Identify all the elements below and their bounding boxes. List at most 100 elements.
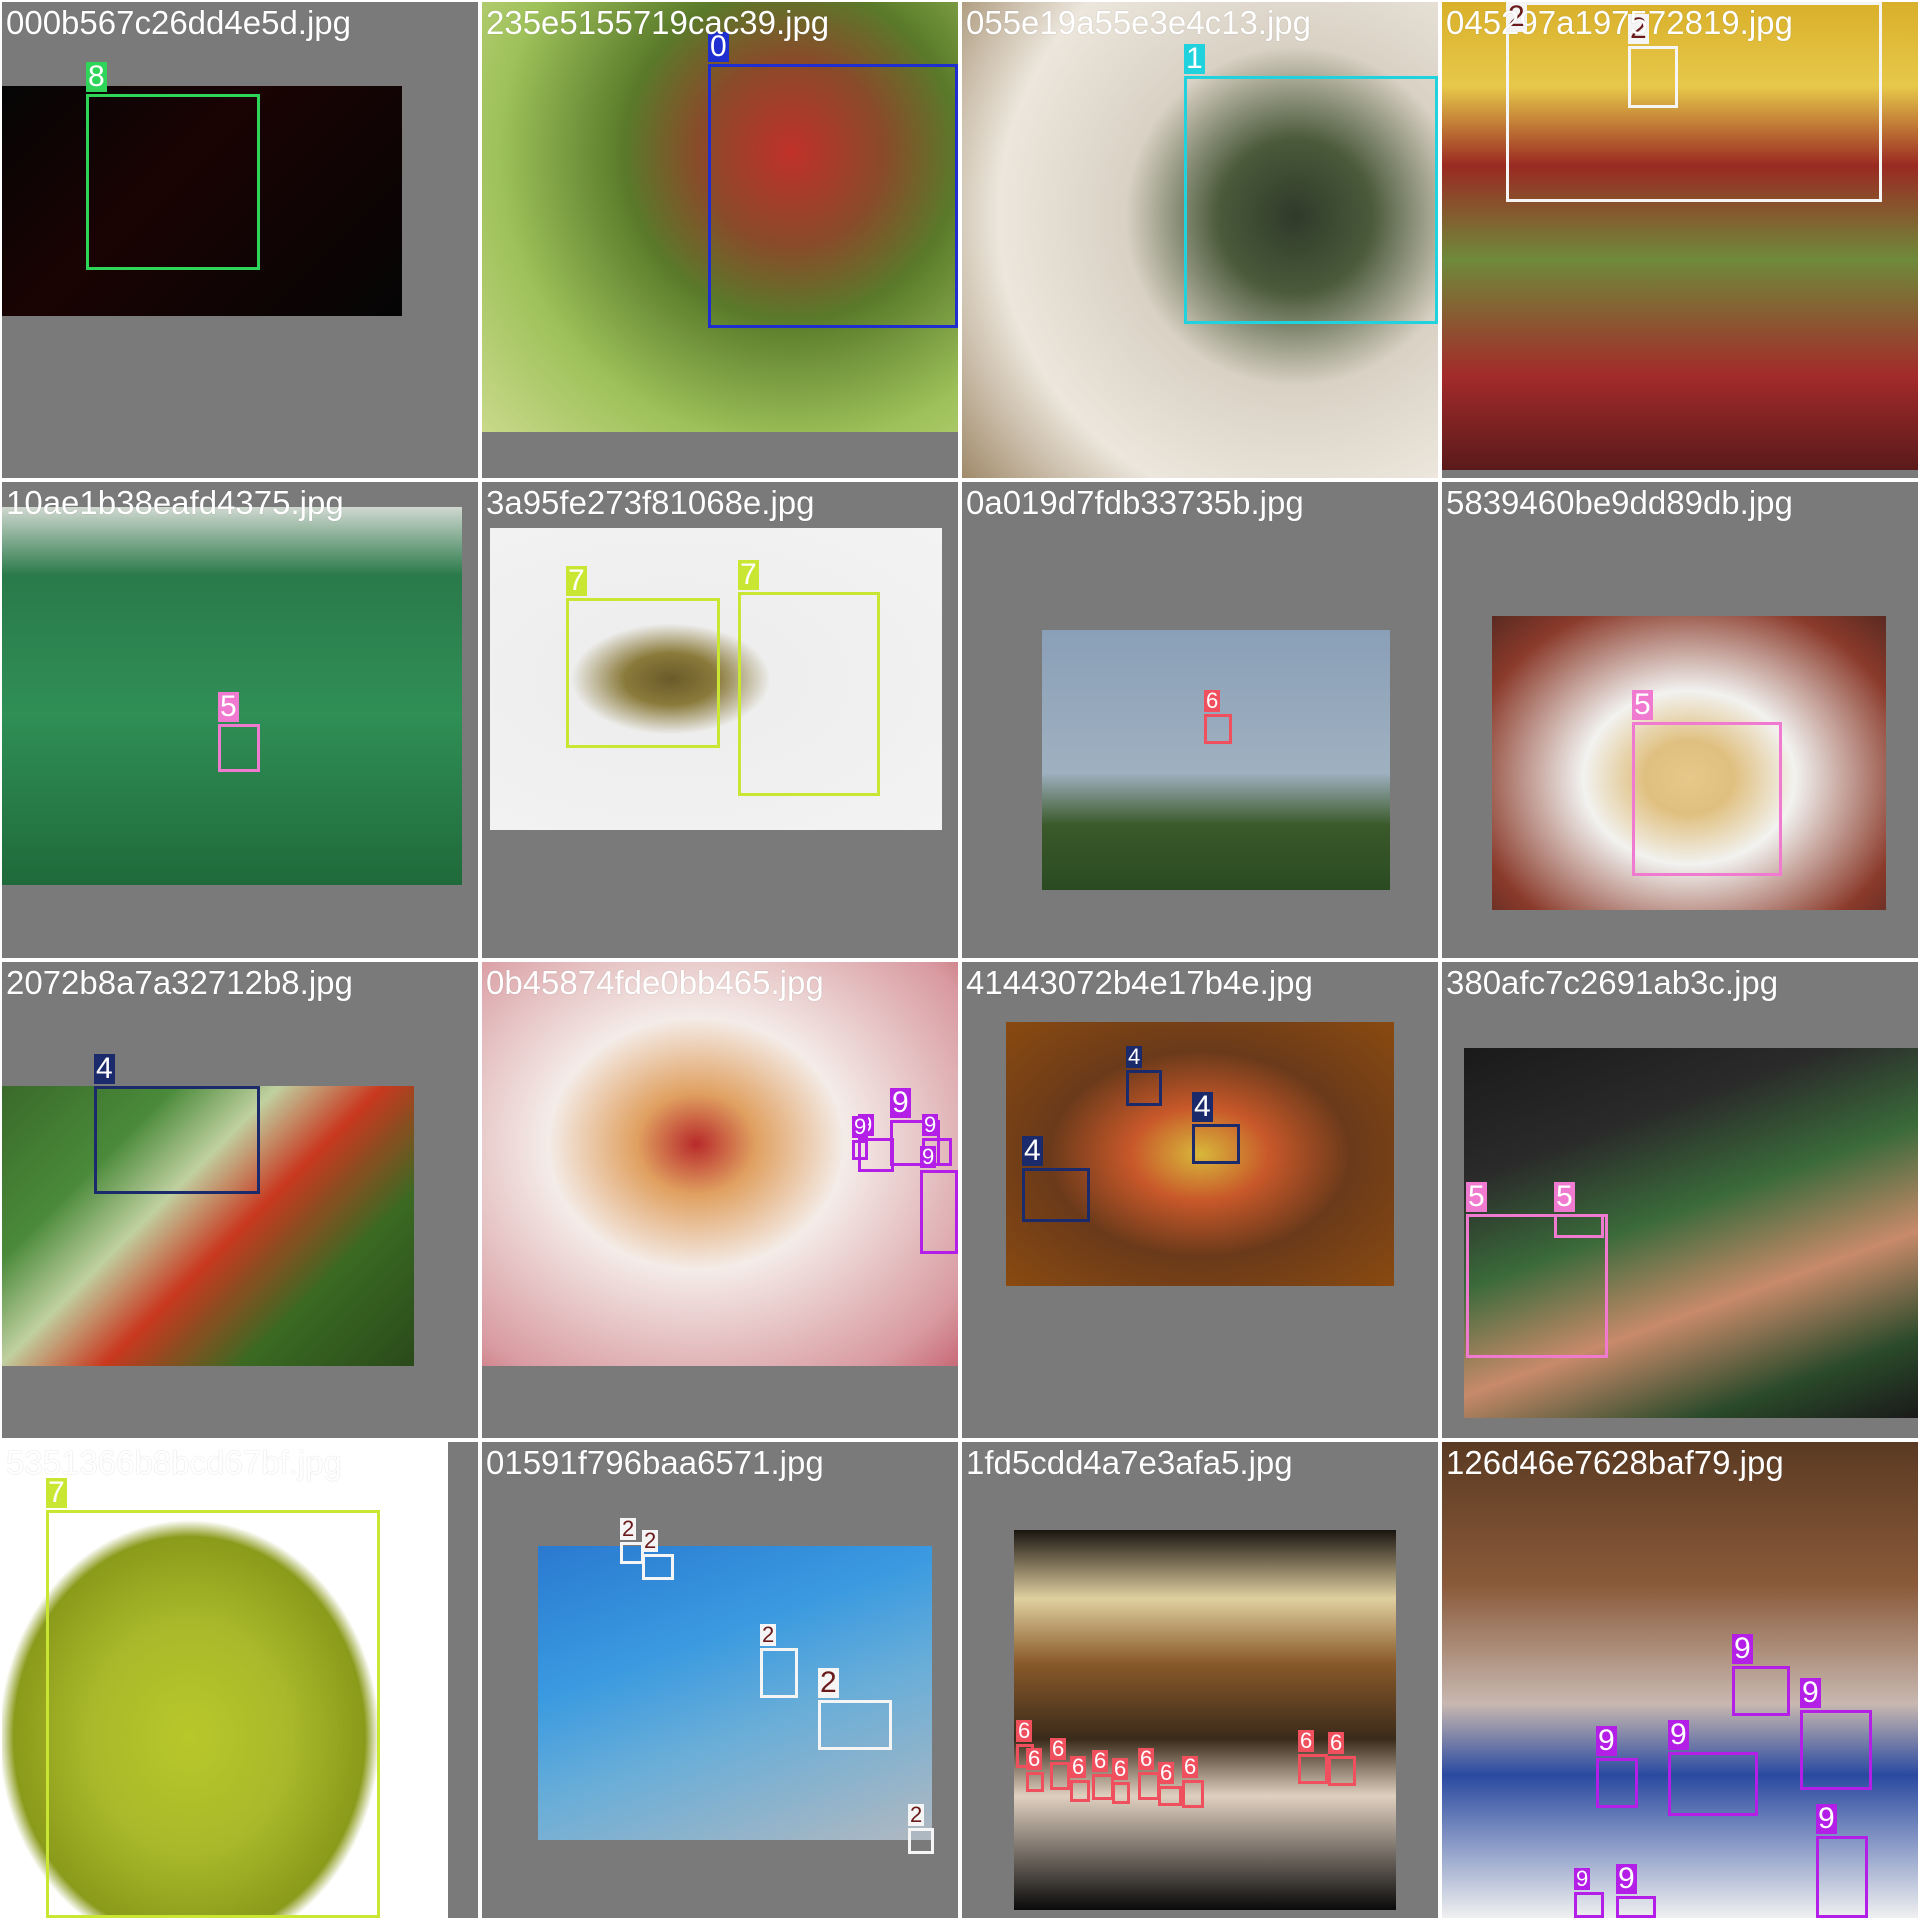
- detection-box: [852, 1140, 868, 1160]
- detection-box: [1184, 76, 1438, 324]
- detection-label: 2: [642, 1528, 659, 1553]
- detection-box: [1022, 1168, 1090, 1222]
- tile-filename: 2072b8a7a32712b8.jpg: [6, 964, 353, 1001]
- detection-label: 9: [1800, 1676, 1821, 1709]
- detection-box: [1112, 1782, 1130, 1804]
- tile-filename: 1fd5cdd4a7e3afa5.jpg: [966, 1444, 1293, 1481]
- detection-label: 6: [1328, 1730, 1345, 1755]
- detection-label: 9: [1668, 1718, 1689, 1751]
- detection-label: 4: [1126, 1044, 1143, 1069]
- detection-box: [1732, 1666, 1790, 1716]
- detection-label: 9: [1816, 1802, 1837, 1835]
- detection-label: 4: [94, 1052, 115, 1085]
- detection-label: 8: [86, 60, 107, 93]
- detection-label: 6: [1112, 1756, 1129, 1781]
- detection-label: 7: [46, 1476, 67, 1509]
- detection-box: [1628, 46, 1678, 108]
- detection-label: 6: [1204, 688, 1221, 713]
- detection-box: [46, 1510, 380, 1918]
- detection-label: 6: [1138, 1746, 1155, 1771]
- tile-photo: [538, 1546, 932, 1840]
- detection-box: [738, 592, 880, 796]
- tile-filename: 380afc7c2691ab3c.jpg: [1446, 964, 1779, 1001]
- detection-box: [818, 1700, 892, 1750]
- detection-box: [1070, 1780, 1090, 1802]
- detection-box: [620, 1542, 644, 1564]
- tile-filename: 5351366b8bcd67bf.jpg: [6, 1444, 342, 1481]
- image-tile: 6 6 6 6 6 6 6 6 6 6 6 1fd5cdd4a7e3afa5.jpg: [962, 1442, 1438, 1918]
- tile-filename: 045297a197572819.jpg: [1446, 4, 1793, 41]
- image-tile: 5 10ae1b38eafd4375.jpg: [2, 482, 478, 958]
- detection-box: [86, 94, 260, 270]
- detection-box: [1126, 1070, 1162, 1106]
- detection-label: 9: [852, 1114, 869, 1139]
- tile-filename: 235e5155719cac39.jpg: [486, 4, 830, 41]
- image-tile: 7 5351366b8bcd67bf.jpg: [2, 1442, 478, 1918]
- image-tile: 0 235e5155719cac39.jpg: [482, 2, 958, 478]
- detection-label: 5: [1554, 1180, 1575, 1213]
- tile-filename: 10ae1b38eafd4375.jpg: [6, 484, 344, 521]
- detection-label: 6: [1298, 1728, 1315, 1753]
- image-tile: 4 2072b8a7a32712b8.jpg: [2, 962, 478, 1438]
- detection-label: 5: [1632, 688, 1653, 721]
- detection-box: [1182, 1780, 1204, 1808]
- detection-label: 7: [566, 564, 587, 597]
- detection-box: [1632, 722, 1782, 876]
- detection-label: 2: [908, 1802, 925, 1827]
- detection-box: [94, 1086, 260, 1194]
- detection-box: [1554, 1214, 1604, 1238]
- tile-filename: 5839460be9dd89db.jpg: [1446, 484, 1793, 521]
- detection-label: 9: [920, 1144, 937, 1169]
- detection-label: 2: [760, 1622, 777, 1647]
- detection-label: 4: [1022, 1134, 1043, 1167]
- detection-box: [708, 64, 958, 328]
- detection-box: [1668, 1752, 1758, 1816]
- image-tile: 5 5 380afc7c2691ab3c.jpg: [1442, 962, 1918, 1438]
- detection-box: [1328, 1756, 1356, 1786]
- detection-label: 2: [620, 1516, 637, 1541]
- detection-label: 6: [1050, 1736, 1067, 1761]
- detection-label: 9: [1596, 1724, 1617, 1757]
- detection-box: [1616, 1896, 1656, 1918]
- detection-label: 9: [1732, 1632, 1753, 1665]
- tile-filename: 0b45874fde0bb465.jpg: [486, 964, 824, 1001]
- detection-label: 2: [818, 1666, 839, 1699]
- detection-label: 9: [1616, 1862, 1637, 1895]
- tile-photo: [1042, 630, 1390, 890]
- tile-photo: [1014, 1530, 1396, 1910]
- detection-label: 9: [922, 1112, 939, 1137]
- detection-label: 6: [1182, 1754, 1199, 1779]
- detection-label: 6: [1016, 1718, 1033, 1743]
- detection-box: [760, 1648, 798, 1698]
- tile-filename: 3a95fe273f81068e.jpg: [486, 484, 815, 521]
- image-tile: 6 0a019d7fdb33735b.jpg: [962, 482, 1438, 958]
- detection-mosaic-grid: 8 000b567c26dd4e5d.jpg 0 235e5155719cac39.j…: [0, 0, 1920, 1920]
- tile-filename: 0a019d7fdb33735b.jpg: [966, 484, 1304, 521]
- detection-box: [1596, 1758, 1638, 1808]
- image-tile: 1 055e19a55e3e4c13.jpg: [962, 2, 1438, 478]
- tile-filename: 126d46e7628baf79.jpg: [1446, 1444, 1784, 1481]
- image-tile: 9 9 9 9 9 9 9 126d46e7628baf79.jpg: [1442, 1442, 1918, 1918]
- image-tile: 5 5839460be9dd89db.jpg: [1442, 482, 1918, 958]
- detection-box: [1800, 1710, 1872, 1790]
- image-tile: 2 2 2 2 2 01591f796baa6571.jpg: [482, 1442, 958, 1918]
- detection-box: [920, 1170, 958, 1254]
- detection-label: 7: [738, 558, 759, 591]
- detection-box: [642, 1554, 674, 1580]
- detection-label: 6: [1026, 1746, 1043, 1771]
- detection-label: 6: [1070, 1754, 1087, 1779]
- detection-label: 1: [1184, 42, 1205, 75]
- detection-box: [1050, 1762, 1070, 1790]
- image-tile: 8 000b567c26dd4e5d.jpg: [2, 2, 478, 478]
- detection-label: 4: [1192, 1090, 1213, 1123]
- detection-box: [1026, 1772, 1044, 1792]
- detection-box: [1092, 1774, 1114, 1800]
- detection-label: 9: [1574, 1866, 1591, 1891]
- detection-box: [1816, 1836, 1868, 1918]
- detection-label: 6: [1158, 1760, 1175, 1785]
- tile-filename: 01591f796baa6571.jpg: [486, 1444, 824, 1481]
- detection-box: [1574, 1892, 1604, 1918]
- detection-box: [1158, 1786, 1182, 1806]
- detection-box: [908, 1828, 934, 1854]
- image-tile: 999990b45874fde0bb465.jpg: [482, 962, 958, 1438]
